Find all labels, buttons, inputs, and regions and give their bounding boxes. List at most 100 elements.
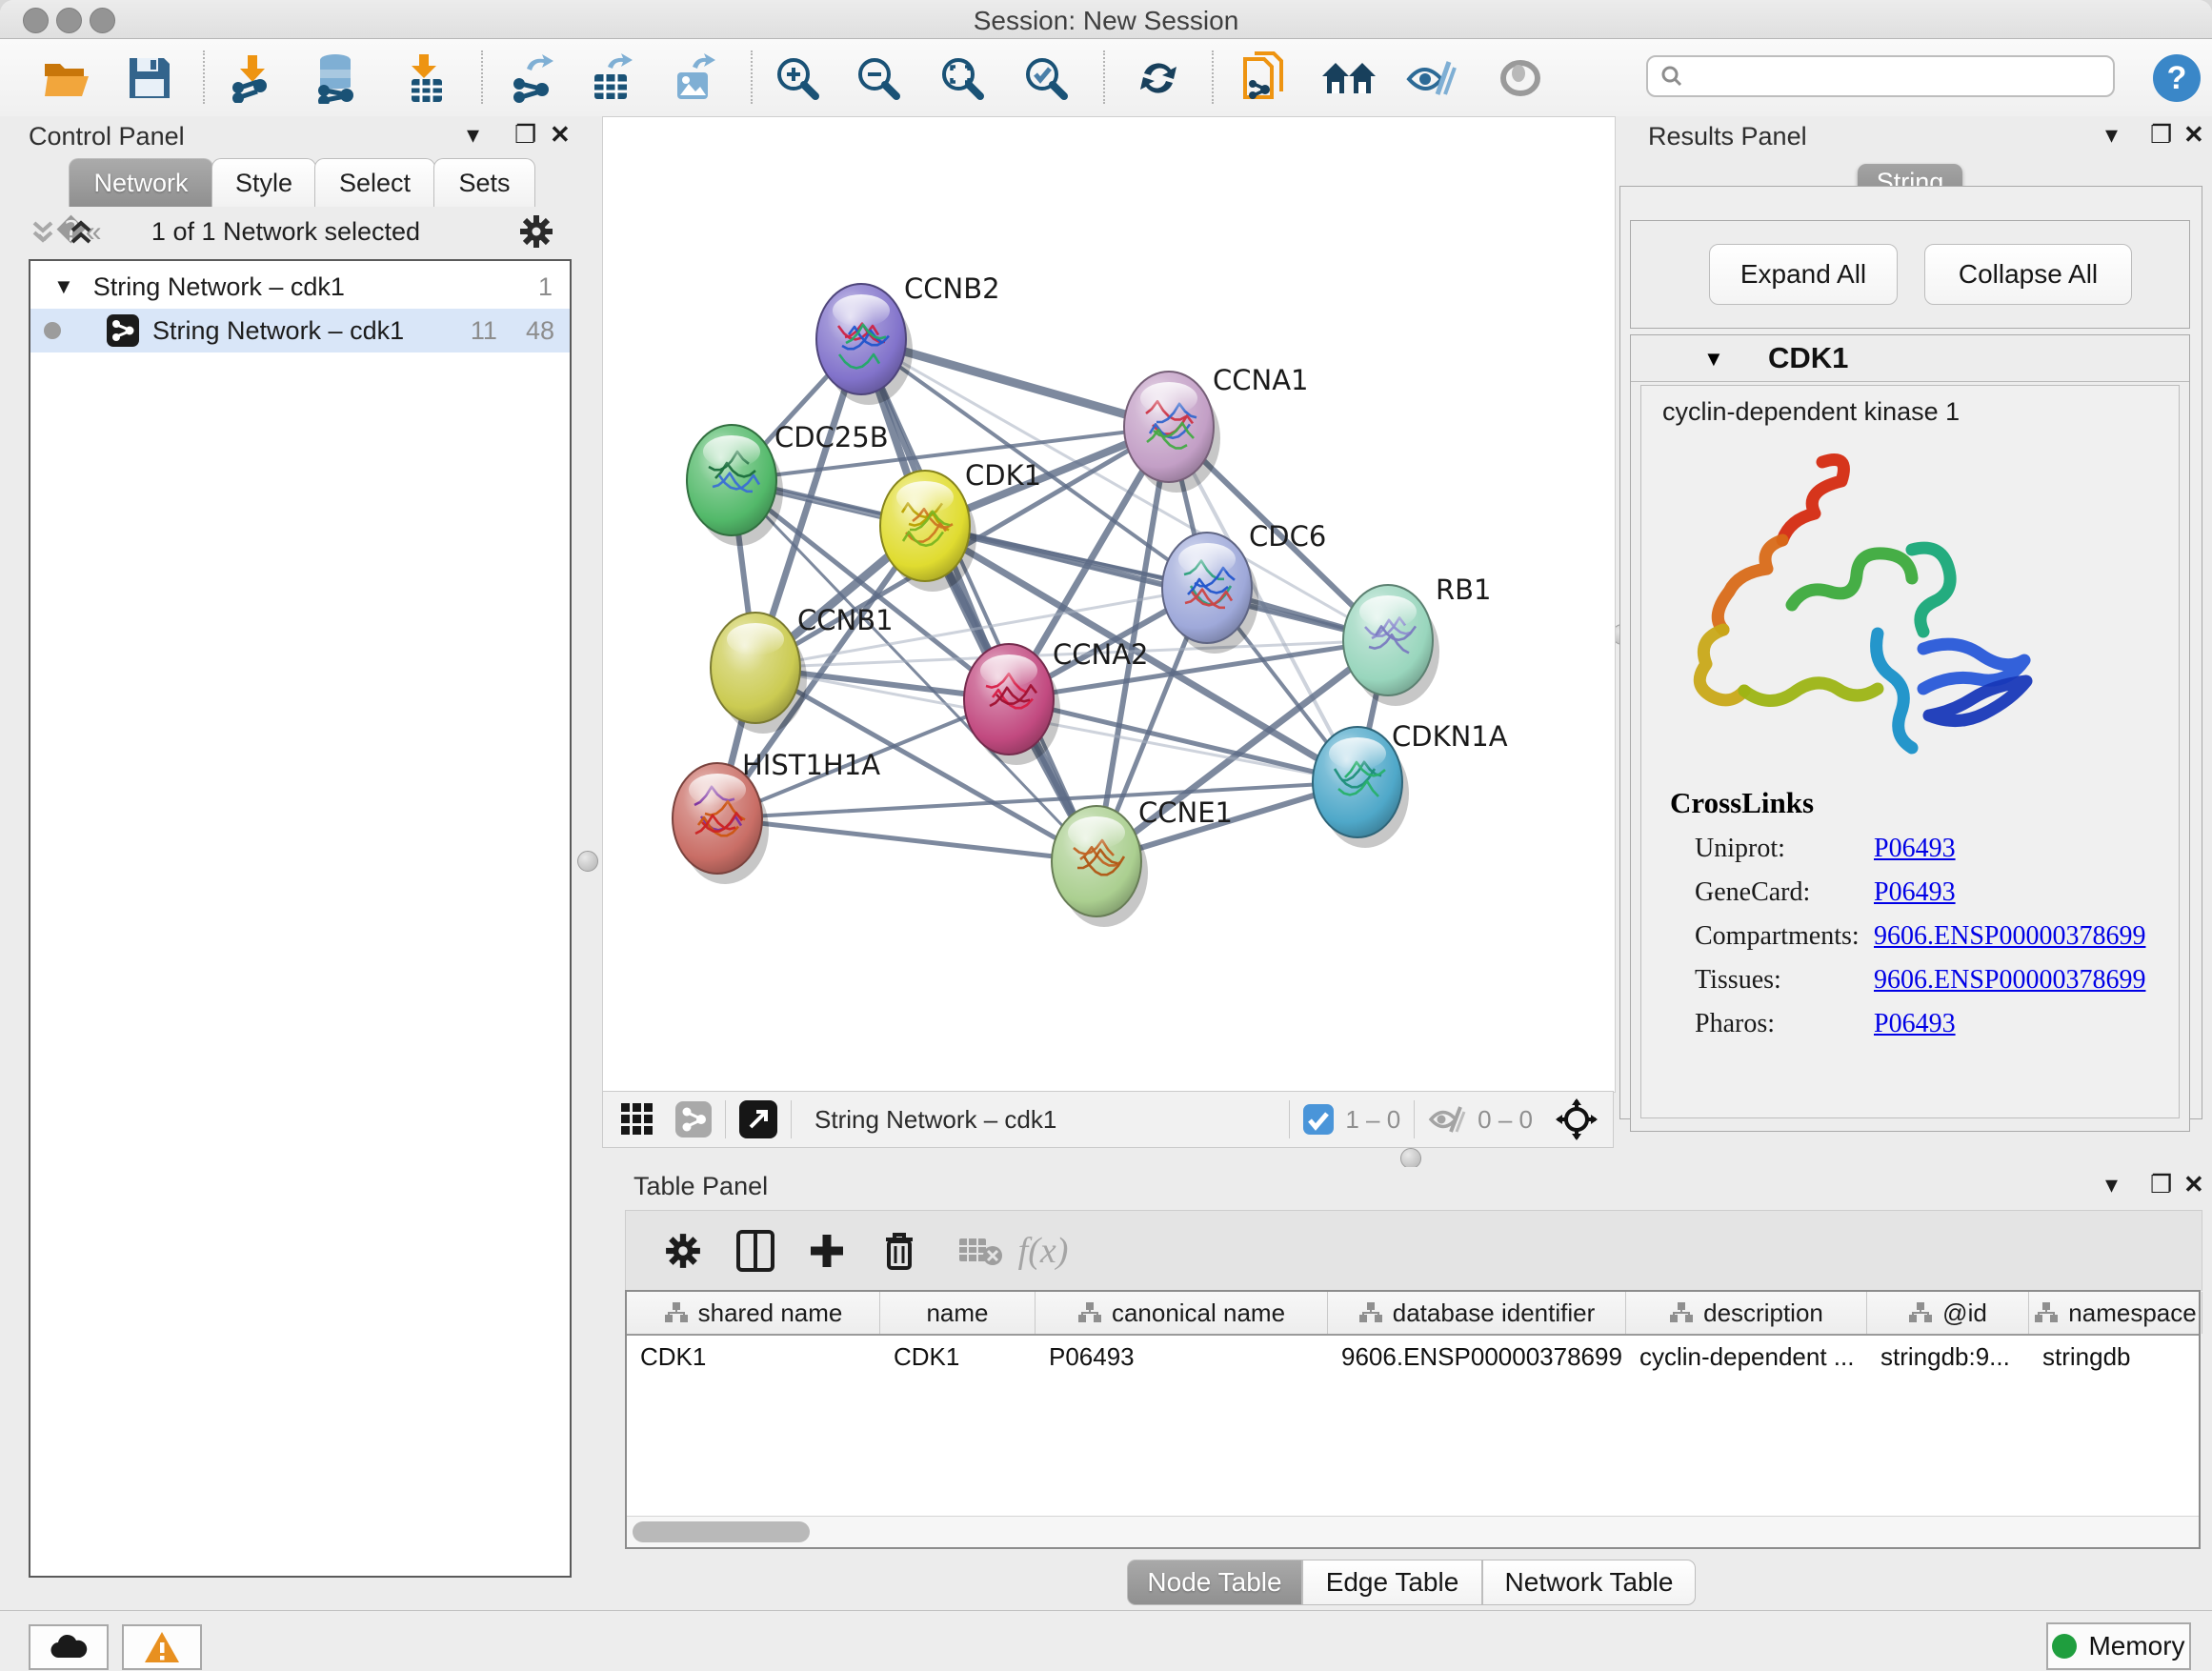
- tab-sets[interactable]: Sets: [433, 158, 535, 207]
- crosslink-link[interactable]: 9606.ENSP00000378699: [1874, 965, 2145, 996]
- panel-menu-icon[interactable]: ▾: [467, 120, 479, 150]
- open-session-icon[interactable]: [42, 56, 91, 100]
- tab-select[interactable]: Select: [314, 158, 435, 207]
- fit-content-crosshair-icon[interactable]: [1556, 1098, 1598, 1140]
- export-image-icon[interactable]: [672, 53, 719, 103]
- panel-menu-icon[interactable]: ▾: [2105, 120, 2118, 150]
- search-input[interactable]: [1684, 61, 2069, 92]
- home-neighbors-icon[interactable]: [1320, 57, 1377, 99]
- help-icon[interactable]: ?: [2151, 52, 2202, 104]
- cell-canonical-name[interactable]: P06493: [1036, 1336, 1328, 1378]
- left-panel-divider[interactable]: [572, 116, 602, 1148]
- toolbar-search-field[interactable]: [1646, 55, 2115, 97]
- divider-handle[interactable]: [577, 851, 598, 872]
- column-header-database-identifier[interactable]: database identifier: [1328, 1292, 1626, 1334]
- delete-table-icon[interactable]: [958, 1235, 1002, 1267]
- network-row[interactable]: String Network – cdk1 11 48: [30, 309, 570, 352]
- birds-eye-grid-icon[interactable]: [620, 1102, 654, 1137]
- panel-close-icon[interactable]: ✕: [550, 120, 571, 150]
- table-row[interactable]: CDK1CDK1P064939606.ENSP00000378699cyclin…: [627, 1336, 2199, 1378]
- create-column-plus-icon[interactable]: [808, 1232, 846, 1270]
- panel-float-icon[interactable]: ❐: [2150, 120, 2172, 150]
- cloud-status-button[interactable]: [29, 1624, 109, 1670]
- panel-float-icon[interactable]: ❐: [514, 120, 536, 150]
- cell-name[interactable]: CDK1: [880, 1336, 1036, 1378]
- scrollbar-thumb[interactable]: [633, 1521, 810, 1542]
- node-CDC6[interactable]: CDC6: [1162, 520, 1326, 654]
- tab-node-table[interactable]: Node Table: [1127, 1560, 1302, 1605]
- expand-all-button[interactable]: Expand All: [1709, 244, 1898, 305]
- show-columns-icon[interactable]: [736, 1230, 774, 1272]
- crosslink-link[interactable]: 9606.ENSP00000378699: [1874, 921, 2145, 952]
- edge-HIST1H1A-CCNE1[interactable]: [717, 818, 1096, 861]
- footer-separator: [725, 1100, 726, 1138]
- collapse-all-button[interactable]: Collapse All: [1924, 244, 2132, 305]
- hide-selected-icon[interactable]: [1405, 56, 1457, 100]
- column-header--id[interactable]: @id: [1867, 1292, 2029, 1334]
- divider-handle[interactable]: [1400, 1148, 1421, 1169]
- network-from-document-icon[interactable]: [1241, 51, 1287, 105]
- crosslink-link[interactable]: P06493: [1874, 877, 1956, 908]
- tab-network-table[interactable]: Network Table: [1482, 1560, 1696, 1605]
- network-options-gear-icon[interactable]: [518, 213, 554, 250]
- open-in-window-icon[interactable]: [739, 1100, 777, 1138]
- panel-close-icon[interactable]: ✕: [2183, 120, 2204, 150]
- network-canvas[interactable]: CCNB2CCNA1CDC25BCDK1CDC6RB1CCNB1CCNA2CDK…: [602, 116, 1616, 1093]
- selected-checkbox-icon[interactable]: [1303, 1104, 1334, 1135]
- refresh-layout-icon[interactable]: [1135, 54, 1182, 102]
- panel-close-icon[interactable]: ✕: [2183, 1170, 2204, 1199]
- node-CCNB1[interactable]: CCNB1: [711, 604, 894, 734]
- node-table[interactable]: shared namenamecanonical namedatabase id…: [625, 1290, 2201, 1549]
- column-header-name[interactable]: name: [880, 1292, 1036, 1334]
- node-CDK1[interactable]: CDK1: [880, 459, 1041, 592]
- tab-edge-table[interactable]: Edge Table: [1302, 1560, 1482, 1605]
- column-header-shared-name[interactable]: shared name: [627, 1292, 880, 1334]
- panel-menu-icon[interactable]: ▾: [2105, 1170, 2118, 1199]
- zoom-out-icon[interactable]: [854, 53, 903, 103]
- import-table-file-icon[interactable]: [404, 52, 448, 104]
- network-collection-row[interactable]: ▼ String Network – cdk1 1: [30, 265, 570, 309]
- tab-network[interactable]: Network: [69, 158, 213, 207]
- table-horizontal-scrollbar[interactable]: [627, 1516, 2199, 1547]
- zoom-selected-icon[interactable]: [1021, 53, 1071, 103]
- edge-CCNB2-CCNE1[interactable]: [861, 339, 1096, 861]
- zoom-in-icon[interactable]: [773, 53, 822, 103]
- function-builder-icon[interactable]: f(x): [1018, 1230, 1069, 1272]
- export-table-icon[interactable]: [589, 53, 636, 103]
- import-network-file-icon[interactable]: [229, 53, 276, 103]
- crosslink-link[interactable]: P06493: [1874, 834, 1956, 864]
- memory-button[interactable]: Memory: [2046, 1622, 2191, 1670]
- cell-database-identifier[interactable]: 9606.ENSP00000378699: [1328, 1336, 1626, 1378]
- column-header-canonical-name[interactable]: canonical name: [1036, 1292, 1328, 1334]
- cell-namespace[interactable]: stringdb: [2029, 1336, 2202, 1378]
- cell-description[interactable]: cyclin-dependent ...: [1626, 1336, 1867, 1378]
- network-view-toolbar: String Network – cdk1 1 – 0 0 – 0: [602, 1091, 1614, 1148]
- gene-section-header[interactable]: ▼ CDK1: [1631, 335, 2189, 382]
- node-CDKN1A[interactable]: CDKN1A: [1313, 720, 1508, 848]
- cell--id[interactable]: stringdb:9...: [1867, 1336, 2029, 1378]
- show-all-icon[interactable]: [1496, 57, 1545, 99]
- table-settings-gear-icon[interactable]: [664, 1232, 702, 1270]
- table-panel: Table Panel ▾ ❐ ✕ f(x) shared namenameca…: [602, 1167, 2212, 1610]
- hidden-eye-icon[interactable]: [1428, 1104, 1466, 1135]
- tree-expander-icon[interactable]: ▼: [53, 274, 74, 299]
- network-overview-share-icon[interactable]: [675, 1101, 712, 1137]
- panel-float-icon[interactable]: ❐: [2150, 1170, 2172, 1199]
- delete-column-trash-icon[interactable]: [882, 1230, 916, 1272]
- node-CCNB2[interactable]: CCNB2: [816, 272, 1000, 405]
- crosslink-label: Pharos:: [1695, 1009, 1775, 1038]
- node-RB1[interactable]: RB1: [1343, 574, 1492, 706]
- table-panel-title: Table Panel: [633, 1172, 768, 1201]
- column-header-description[interactable]: description: [1626, 1292, 1867, 1334]
- save-session-icon[interactable]: [128, 56, 171, 100]
- gene-expander-icon[interactable]: ▼: [1703, 347, 1724, 372]
- node-CCNE1[interactable]: CCNE1: [1052, 796, 1233, 927]
- warnings-button[interactable]: [122, 1624, 202, 1670]
- zoom-fit-icon[interactable]: [937, 53, 987, 103]
- crosslink-link[interactable]: P06493: [1874, 1009, 1956, 1039]
- export-network-icon[interactable]: [510, 53, 557, 103]
- column-header-namespace[interactable]: namespace: [2029, 1292, 2202, 1334]
- tab-style[interactable]: Style: [211, 158, 316, 207]
- cell-shared-name[interactable]: CDK1: [627, 1336, 880, 1378]
- import-network-database-icon[interactable]: [311, 52, 360, 104]
